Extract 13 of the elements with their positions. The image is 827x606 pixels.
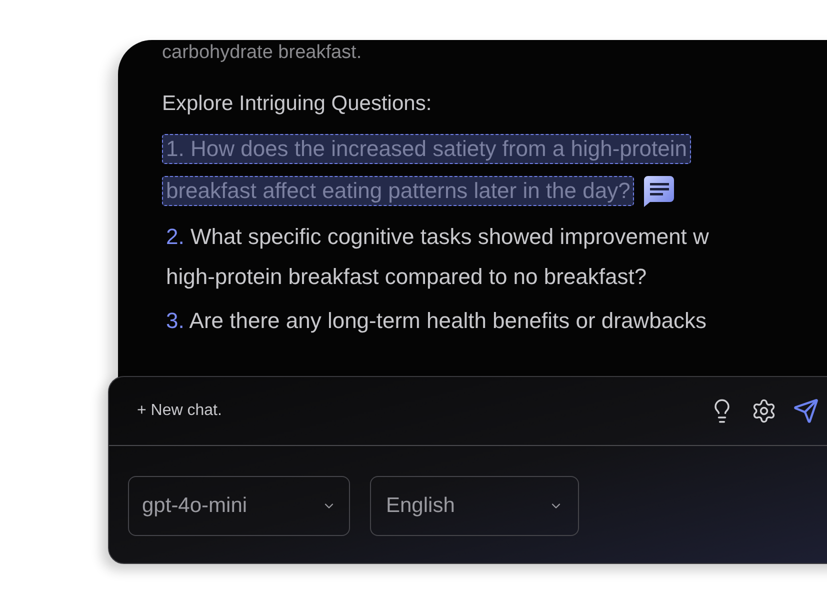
settings-icon[interactable] <box>751 398 777 424</box>
question-text[interactable]: breakfast affect eating patterns later in the day? <box>162 176 634 206</box>
question-text[interactable]: 3. Are there any long-term health benefits or drawbacks <box>162 306 827 336</box>
question-text[interactable]: 2. What specific cognitive tasks showed improvement w <box>162 222 827 252</box>
new-chat-button[interactable]: + New chat. <box>137 399 222 423</box>
send-icon[interactable] <box>793 398 819 424</box>
section-heading: Explore Intriguing Questions: <box>162 91 433 117</box>
message-text: carbohydrate breakfast. <box>162 42 363 64</box>
model-select[interactable]: gpt-4o-mini <box>128 476 350 536</box>
question-text[interactable]: 1. How does the increased satiety from a high-protein <box>162 134 691 164</box>
message-icon[interactable] <box>642 174 676 208</box>
question-text[interactable]: high-protein breakfast compared to no breakfast? <box>162 262 827 292</box>
language-select[interactable]: English <box>370 476 579 536</box>
